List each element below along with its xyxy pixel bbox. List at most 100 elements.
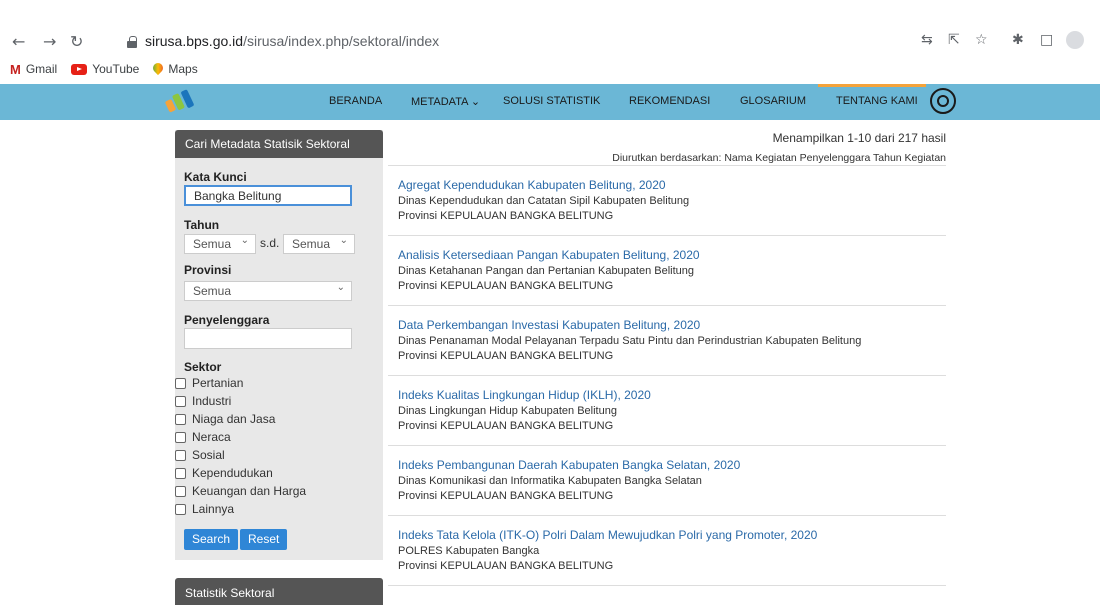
sort-label: Diurutkan berdasarkan: [612,152,722,164]
result-title-link[interactable]: Agregat Kependudukan Kabupaten Belitung,… [398,178,946,192]
sort-by-year[interactable]: Tahun Kegiatan [873,152,946,164]
sector-industri[interactable]: Industri [175,394,231,408]
address-bar-row: ← → ↻ sirusa.bps.go.id/sirusa/index.php/… [0,24,1100,58]
sort-bar: Diurutkan berdasarkan: Nama Kegiatan Pen… [612,152,946,164]
result-organizer: Dinas Lingkungan Hidup Kabupaten Belitun… [398,405,617,417]
bookmark-maps[interactable]: Maps [153,62,197,76]
sector-sosial[interactable]: Sosial [175,448,225,462]
result-organizer: Dinas Penanaman Modal Pelayanan Terpadu … [398,335,862,347]
checkbox[interactable] [175,377,186,389]
reset-button[interactable]: Reset [240,529,288,550]
checkbox[interactable] [175,395,186,407]
chevron-down-icon: ⌄ [470,96,481,108]
result-province: Provinsi KEPULAUAN BANGKA BELITUNG [398,210,614,222]
result-item: Analisis Ketersediaan Pangan Kabupaten B… [388,235,946,305]
sort-by-organizer[interactable]: Penyelenggara [800,152,871,164]
browser-chrome: ← → ↻ sirusa.bps.go.id/sirusa/index.php/… [0,0,1100,80]
result-title-link[interactable]: Indeks Pembangunan Daerah Kabupaten Bang… [398,458,946,472]
chevron-down-icon: ⌄ [336,282,345,293]
nav-beranda[interactable]: BERANDA [329,95,382,107]
sort-by-name[interactable]: Nama Kegiatan [724,152,796,164]
year-to-value: Semua [292,237,331,251]
address-bar[interactable]: sirusa.bps.go.id/sirusa/index.php/sektor… [145,33,439,49]
profile-avatar-icon[interactable] [1066,31,1084,49]
nav-active-indicator [818,84,926,87]
lock-icon[interactable] [127,36,137,48]
nav-solusi-statistik[interactable]: SOLUSI STATISTIK [503,95,600,107]
year-from-value: Semua [193,237,232,251]
sector-label-text: Neraca [192,430,231,444]
organizer-input[interactable] [184,328,352,349]
checkbox[interactable] [175,503,186,515]
sector-label-text: Pertanian [192,376,244,390]
result-item: Data Perkembangan Investasi Kabupaten Be… [388,305,946,375]
year-from-select[interactable]: Semua ⌄ [184,234,256,254]
chevron-down-icon: ⌄ [240,235,249,246]
nav-rekomendasi[interactable]: REKOMENDASI [629,95,710,107]
result-item: Indeks Kualitas Lingkungan Hidup (IKLH),… [388,375,946,445]
sector-label-text: Kependudukan [192,466,273,480]
result-item-partial [388,585,946,605]
result-organizer: Dinas Ketahanan Pangan dan Pertanian Kab… [398,265,695,277]
organizer-label: Penyelenggara [184,313,270,327]
bps-logo-icon[interactable] [165,88,197,114]
result-province: Provinsi KEPULAUAN BANGKA BELITUNG [398,280,614,292]
extensions-icon[interactable]: ✱ [1012,32,1024,48]
result-title-link[interactable]: Indeks Tata Kelola (ITK-O) Polri Dalam M… [398,528,946,542]
sector-label: Sektor [184,360,222,374]
sector-keuangan-dan-harga[interactable]: Keuangan dan Harga [175,484,306,498]
year-label: Tahun [184,218,220,232]
translate-icon[interactable]: ⇆ [921,32,933,48]
sector-label-text: Niaga dan Jasa [192,412,276,426]
result-title-link[interactable]: Indeks Kualitas Lingkungan Hidup (IKLH),… [398,388,946,402]
back-icon[interactable]: ← [12,32,25,51]
side-panel-icon[interactable]: □ [1040,32,1053,48]
url-path: /sirusa/index.php/sektoral/index [243,33,440,49]
result-organizer: Dinas Kependudukan dan Catatan Sipil Kab… [398,195,690,207]
bookmark-label: Gmail [25,62,58,76]
share-icon[interactable]: ⇱ [948,32,960,48]
nav-tentang-kami[interactable]: TENTANG KAMI [836,95,918,107]
search-button[interactable]: Search [184,529,239,550]
result-organizer: Dinas Komunikasi dan Informatika Kabupat… [398,475,702,487]
sector-lainnya[interactable]: Lainnya [175,502,234,516]
bookmark-youtube[interactable]: YouTube [71,62,139,76]
youtube-icon [71,63,88,75]
result-item: Agregat Kependudukan Kabupaten Belitung,… [388,165,946,235]
sector-kependudukan[interactable]: Kependudukan [175,466,273,480]
results-count: Menampilkan 1-10 dari 217 hasil [772,131,946,145]
url-host: sirusa.bps.go.id [145,33,244,49]
result-province: Provinsi KEPULAUAN BANGKA BELITUNG [398,420,614,432]
maps-icon [153,63,163,75]
reload-icon[interactable]: ↻ [70,32,83,51]
sector-label-text: Industri [192,394,232,408]
sector-niaga-dan-jasa[interactable]: Niaga dan Jasa [175,412,275,426]
nav-metadata[interactable]: METADATA ⌄ [411,95,480,108]
nav-glosarium[interactable]: GLOSARIUM [740,95,806,107]
result-province: Provinsi KEPULAUAN BANGKA BELITUNG [398,350,614,362]
result-item: Indeks Tata Kelola (ITK-O) Polri Dalam M… [388,515,946,585]
checkbox[interactable] [175,467,186,479]
checkbox[interactable] [175,485,186,497]
keyword-input[interactable]: Bangka Belitung [184,185,352,206]
checkbox[interactable] [175,431,186,443]
keyword-label: Kata Kunci [184,170,247,184]
bookmark-star-icon[interactable]: ☆ [975,32,988,48]
nav-metadata-label: METADATA [411,96,468,108]
result-title-link[interactable]: Data Perkembangan Investasi Kabupaten Be… [398,318,946,332]
result-province: Provinsi KEPULAUAN BANGKA BELITUNG [398,490,614,502]
search-icon[interactable] [930,88,956,114]
checkbox[interactable] [175,449,186,461]
forward-icon[interactable]: → [43,32,56,51]
year-to-select[interactable]: Semua ⌄ [283,234,355,254]
result-title-link[interactable]: Analisis Ketersediaan Pangan Kabupaten B… [398,248,946,262]
bookmark-gmail[interactable]: M Gmail [10,62,57,77]
site-navbar: BERANDA METADATA ⌄ SOLUSI STATISTIK REKO… [0,84,1100,120]
province-label: Provinsi [184,263,232,277]
year-range-separator: s.d. [260,236,280,250]
province-select[interactable]: Semua ⌄ [184,281,352,301]
sector-pertanian[interactable]: Pertanian [175,376,243,390]
sector-neraca[interactable]: Neraca [175,430,231,444]
chevron-down-icon: ⌄ [339,235,348,246]
checkbox[interactable] [175,413,186,425]
